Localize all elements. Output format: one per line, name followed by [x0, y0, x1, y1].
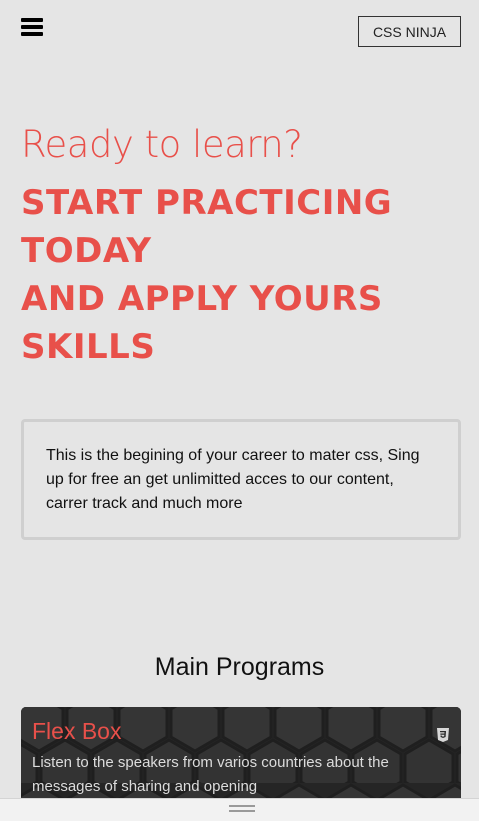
hero-title-line: START PRACTICING	[21, 183, 393, 223]
intro-text: This is the begining of your career to m…	[46, 447, 420, 512]
program-title: Flex Box	[32, 718, 122, 744]
program-description: Listen to the speakers from varios count…	[32, 754, 389, 795]
css-ninja-button[interactable]: CSS NINJA	[358, 16, 461, 47]
hero-title-line: SKILLS	[21, 327, 156, 367]
drag-handle-icon[interactable]	[229, 805, 255, 814]
hero-section: Ready to learn? START PRACTICING TODAY A…	[21, 118, 461, 371]
bottom-bar	[0, 798, 479, 821]
intro-box: This is the begining of your career to m…	[21, 419, 461, 540]
css3-icon	[437, 728, 449, 742]
hero-title: START PRACTICING TODAY AND APPLY YOURS S…	[21, 179, 461, 371]
hero-title-line: AND APPLY YOURS	[21, 279, 383, 319]
main-programs-heading: Main Programs	[154, 653, 325, 681]
hamburger-menu-icon[interactable]	[21, 18, 43, 38]
hero-title-line: TODAY	[21, 231, 152, 271]
hero-subtitle: Ready to learn?	[21, 123, 303, 166]
